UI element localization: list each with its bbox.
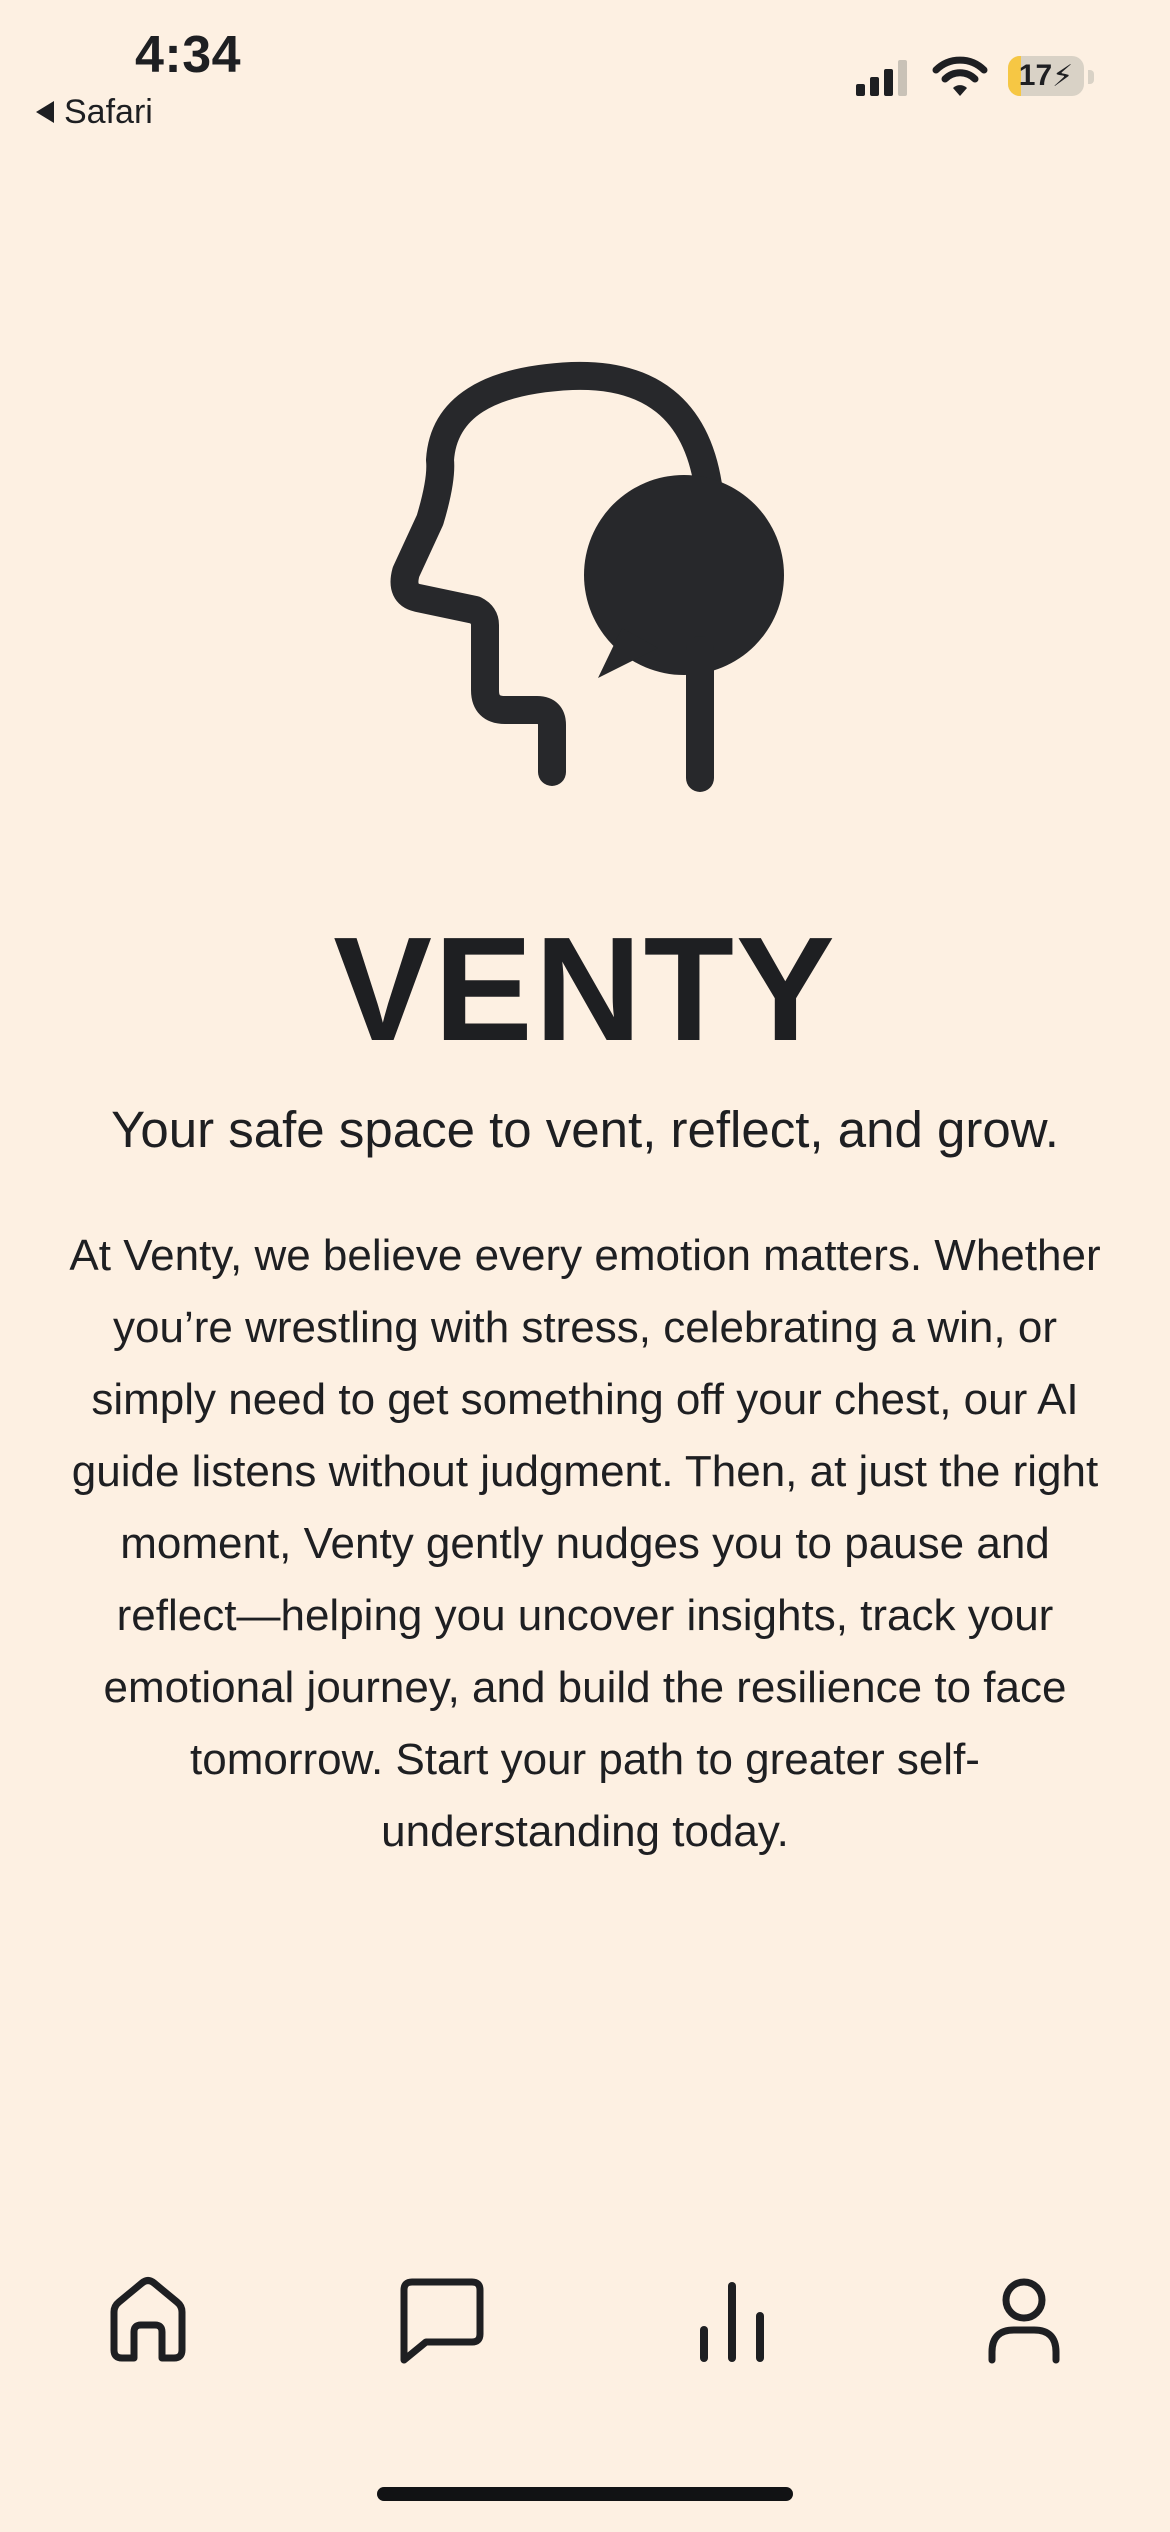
tab-stats[interactable] (672, 2260, 792, 2380)
chat-icon (400, 2278, 484, 2364)
wifi-icon (932, 56, 988, 96)
battery-cap (1088, 70, 1094, 84)
tab-chat[interactable] (380, 2260, 500, 2380)
charging-bolt-icon: ⚡ (1052, 59, 1074, 93)
profile-icon (988, 2278, 1060, 2364)
back-to-safari-link[interactable]: Safari (36, 90, 153, 134)
tab-home[interactable] (88, 2260, 208, 2380)
description-paragraph: At Venty, we believe every emotion matte… (69, 1231, 1101, 1856)
back-link-label: Safari (64, 93, 153, 131)
battery-indicator: 17 ⚡ (1008, 56, 1084, 96)
head-with-speech-bubble-icon (390, 361, 784, 792)
tab-profile[interactable] (964, 2260, 1084, 2380)
home-icon (110, 2277, 186, 2362)
app-screen: 4:34 Safari 17 ⚡ VENTY Your safe space t… (0, 0, 1170, 2532)
bottom-tab-bar (0, 2260, 1170, 2380)
tagline: Your safe space to vent, reflect, and gr… (111, 1101, 1059, 1158)
home-indicator-bar[interactable] (377, 2487, 793, 2501)
status-time: 4:34 (135, 26, 242, 84)
app-title: VENTY (333, 907, 837, 1072)
battery-level: 17 ⚡ (1018, 59, 1074, 93)
cellular-signal-icon (856, 60, 907, 96)
back-triangle-icon (36, 101, 54, 123)
status-indicators: 17 ⚡ (850, 52, 1100, 102)
stats-icon (700, 2282, 764, 2362)
